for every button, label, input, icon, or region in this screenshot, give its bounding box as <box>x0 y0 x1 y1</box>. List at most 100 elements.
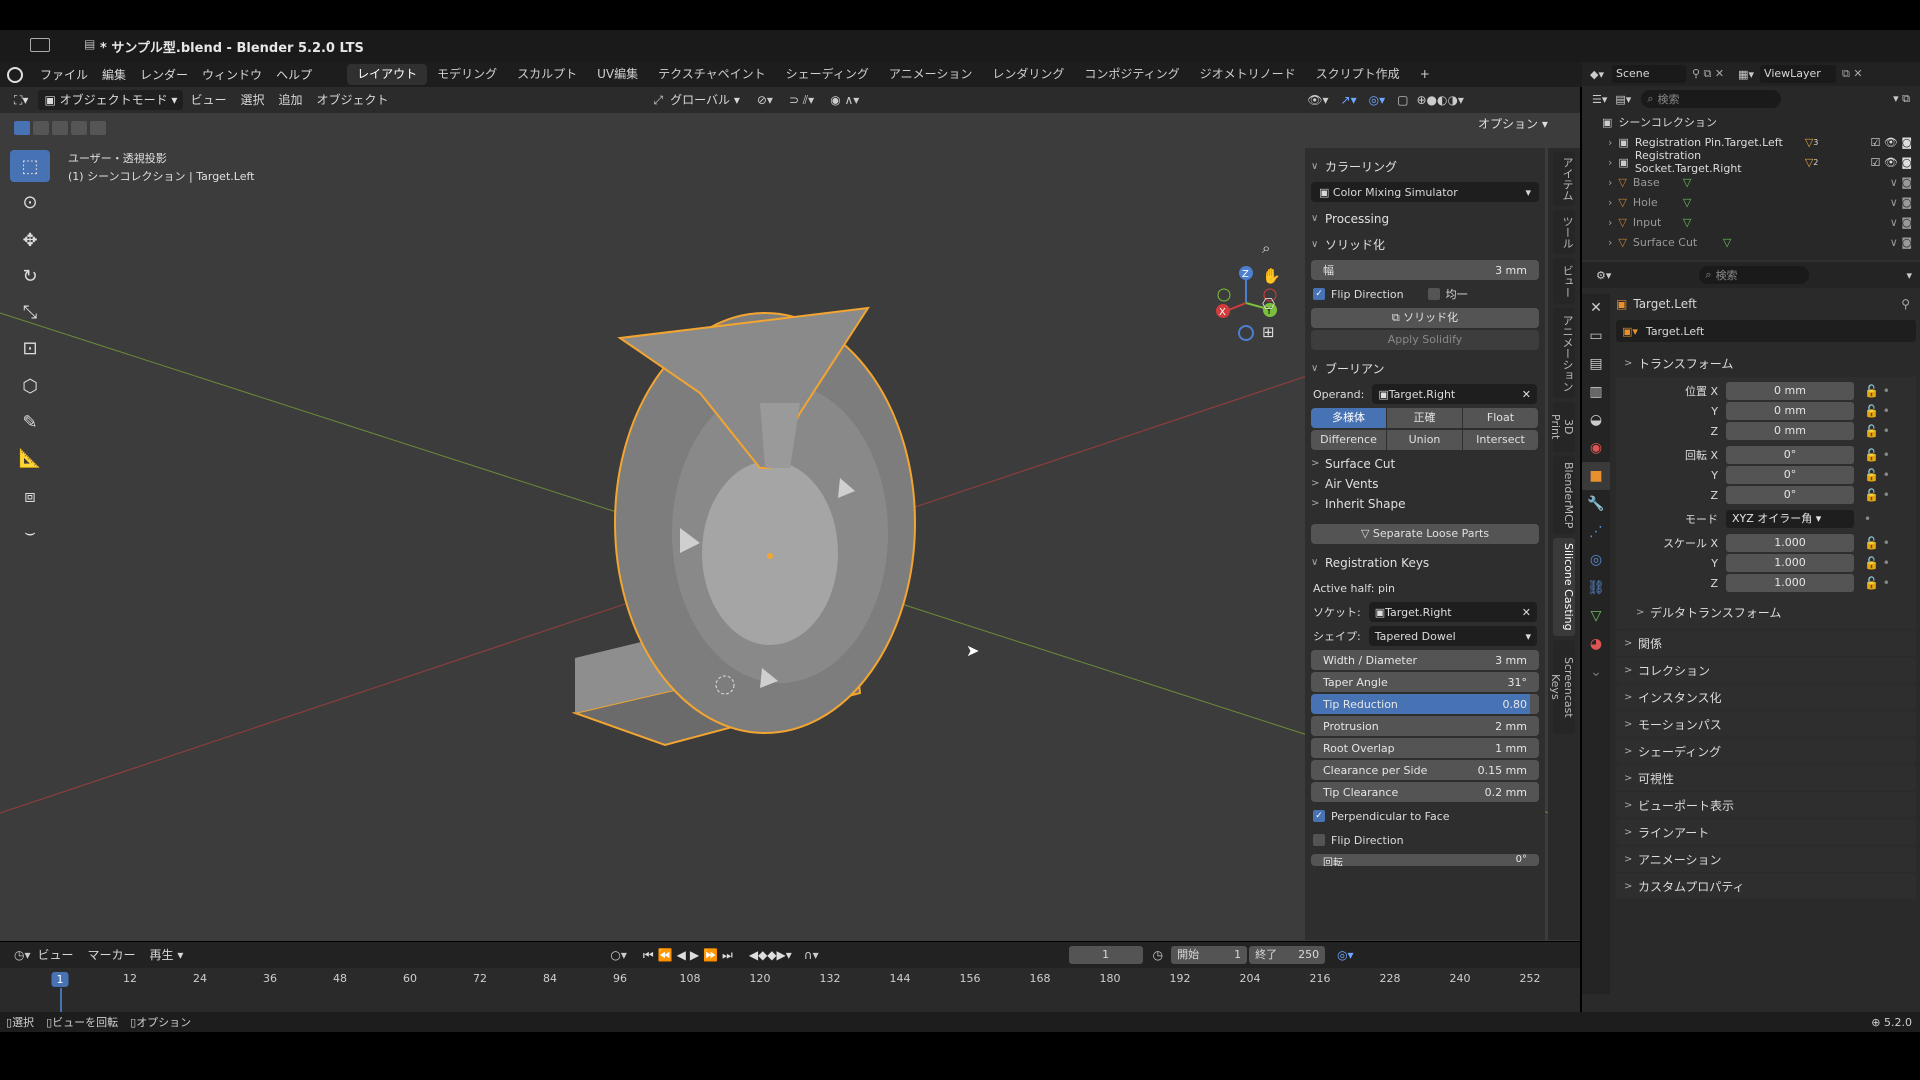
solidify-width-field[interactable]: 幅 3 mm <box>1311 260 1539 280</box>
playhead-frame[interactable]: 1 <box>51 972 69 987</box>
end-frame-field[interactable]: 終了 250 <box>1249 946 1326 964</box>
scene-select[interactable]: Scene <box>1611 65 1686 83</box>
pan-hand-icon[interactable]: ✋ <box>1262 267 1281 285</box>
transform-orientation-select[interactable]: グローバル ▾ <box>663 89 747 111</box>
pivot-icon[interactable]: ⊘▾ <box>757 93 773 107</box>
tool-tab-icon[interactable]: ✕ <box>1582 294 1610 322</box>
tab-view[interactable]: ビュー <box>1553 258 1575 304</box>
scale-tool-icon[interactable]: ⤡ <box>10 296 50 328</box>
rotation-field-partial[interactable]: 回転 0° <box>1311 854 1539 866</box>
blender-logo-icon[interactable] <box>7 66 23 83</box>
visibility-toggles-icon[interactable]: ∨ ◙ <box>1890 176 1912 189</box>
color-sim-select[interactable]: ▣ Color Mixing Simulator ▾ <box>1311 182 1539 202</box>
measure-tool-icon[interactable]: 📐 <box>10 442 50 474</box>
section-animation[interactable]: アニメーション <box>1616 846 1916 872</box>
outliner-item-reg-socket[interactable]: › ▣ Registration Socket.Target.Right ▽ 2 ☑… <box>1582 149 1920 175</box>
shading-modes-icon[interactable]: ⊕●◐◑▾ <box>1416 93 1464 107</box>
editor-type-icon[interactable]: ⛶▾ <box>14 93 28 108</box>
rotation-x-field[interactable]: 0° <box>1726 446 1854 464</box>
properties-type-icon[interactable]: ⚙▾ <box>1596 269 1611 282</box>
physics-tab-icon[interactable]: ◎ <box>1582 546 1610 574</box>
properties-options-icon[interactable]: ▾ <box>1906 269 1912 282</box>
lock-icon[interactable]: 🔓 • <box>1864 488 1890 502</box>
section-processing[interactable]: Processing <box>1305 206 1545 232</box>
annotate-pen-icon[interactable]: ✎ <box>10 406 50 438</box>
tab-sculpt[interactable]: スカルプト <box>507 64 587 85</box>
separate-loose-button[interactable]: ▽ Separate Loose Parts <box>1311 524 1539 544</box>
menu-help[interactable]: ヘルプ <box>269 64 319 86</box>
ortho-grid-icon[interactable]: ⊞ <box>1262 323 1281 341</box>
keyframe-dot-icon[interactable]: • <box>1864 512 1871 526</box>
outliner-item-hole[interactable]: › ▽ Hole ▽ ∨ ◙ <box>1582 192 1920 212</box>
keyframe-nav-icon[interactable]: ◀◆◆▶▾ <box>749 948 792 962</box>
render-tab-icon[interactable]: ▭ <box>1582 322 1610 350</box>
transform-tool-icon[interactable]: ⊡ <box>10 332 50 364</box>
perpendicular-checkbox[interactable]: ✓ <box>1313 810 1325 822</box>
section-line-art[interactable]: ラインアート <box>1616 819 1916 845</box>
annotate-cube-icon[interactable]: ⬡ <box>10 370 50 402</box>
sidebar-toggle-icon[interactable] <box>30 38 50 52</box>
op-intersect-button[interactable]: Intersect <box>1463 430 1538 450</box>
section-custom-properties[interactable]: カスタムプロパティ <box>1616 873 1916 899</box>
location-x-field[interactable]: 0 mm <box>1726 382 1854 400</box>
tab-blendermcp[interactable]: BlenderMCP <box>1553 456 1575 534</box>
section-registration-keys[interactable]: Registration Keys <box>1305 550 1545 576</box>
tl-menu-playback[interactable]: 再生 ▾ <box>143 944 191 966</box>
tab-uv[interactable]: UV編集 <box>587 64 648 85</box>
tab-animation[interactable]: アニメーション <box>879 64 983 85</box>
socket-field[interactable]: ▣ Target.Right ✕ <box>1368 602 1537 622</box>
menu-render[interactable]: レンダー <box>133 64 195 86</box>
section-air-vents[interactable]: Air Vents <box>1305 474 1545 494</box>
protrusion-field[interactable]: Protrusion 2 mm <box>1311 716 1539 736</box>
scene-collection-row[interactable]: ▣ シーンコレクション <box>1582 112 1920 132</box>
root-overlap-field[interactable]: Root Overlap 1 mm <box>1311 738 1539 758</box>
tab-screencast-keys[interactable]: Screencast Keys <box>1549 640 1575 734</box>
start-frame-field[interactable]: 開始 1 <box>1171 946 1248 964</box>
record-icon[interactable]: ○▾ <box>610 948 627 962</box>
object-name-field[interactable]: ▣▾ Target.Left <box>1616 320 1916 342</box>
section-solidify[interactable]: ソリッド化 <box>1305 232 1545 258</box>
vp-menu-select[interactable]: 選択 <box>233 89 271 111</box>
tab-item[interactable]: アイテム <box>1553 152 1575 206</box>
section-viewport-display[interactable]: ビューポート表示 <box>1616 792 1916 818</box>
flip-direction-checkbox[interactable]: ✓ <box>1313 288 1325 300</box>
flip-direction2-checkbox[interactable] <box>1313 834 1325 846</box>
camera-view-icon[interactable]: ⎔ <box>1262 295 1281 313</box>
outliner-type-icon[interactable]: ☰▾ <box>1592 93 1607 106</box>
output-tab-icon[interactable]: ▤ <box>1582 350 1610 378</box>
select-box-icon[interactable]: ⬚ <box>10 150 50 182</box>
cursor-tool-icon[interactable]: ⊙ <box>10 186 50 218</box>
tip-reduction-field[interactable]: Tip Reduction 0.80 <box>1311 694 1539 714</box>
select-invert-icon[interactable] <box>71 121 87 135</box>
menu-file[interactable]: ファイル <box>33 64 95 86</box>
tab-shading[interactable]: シェーディング <box>776 64 879 85</box>
op-union-button[interactable]: Union <box>1387 430 1462 450</box>
xray-icon[interactable]: ▢ <box>1397 93 1408 107</box>
auto-key-icon[interactable]: ∩▾ <box>804 948 819 962</box>
tl-menu-marker[interactable]: マーカー <box>81 944 143 966</box>
solidify-button[interactable]: ⧉ ソリッド化 <box>1311 308 1539 328</box>
current-frame-field[interactable]: 1 <box>1068 946 1143 964</box>
section-boolean[interactable]: ブーリアン <box>1305 356 1545 382</box>
pin-scene-icon[interactable]: ⚲ ⧉ ✕ <box>1692 67 1724 81</box>
tl-menu-view[interactable]: ビュー <box>31 944 81 966</box>
rotation-mode-select[interactable]: XYZ オイラー角 ▾ <box>1726 510 1854 528</box>
visibility-toggles-icon[interactable]: ☑ 👁 ◙ <box>1871 136 1913 149</box>
snap-icon[interactable]: ⊃ ⫽▾ <box>789 93 814 108</box>
lock-icon[interactable]: 🔓 • <box>1864 404 1890 418</box>
outliner-search[interactable]: ⌕ 検索 <box>1641 90 1782 108</box>
lock-icon[interactable]: 🔓 • <box>1864 424 1890 438</box>
visibility-toggles-icon[interactable]: ∨ ◙ <box>1890 236 1912 249</box>
viewlayer-select[interactable]: ViewLayer <box>1760 65 1837 83</box>
pin-icon[interactable]: ⚲ <box>1901 297 1910 311</box>
width-diameter-field[interactable]: Width / Diameter 3 mm <box>1311 650 1539 670</box>
select-mode-buttons[interactable] <box>14 121 106 135</box>
tab-layout[interactable]: レイアウト <box>347 64 428 85</box>
section-shading[interactable]: シェーディング <box>1616 738 1916 764</box>
section-instancing[interactable]: インスタンス化 <box>1616 684 1916 710</box>
timeline-options-icon[interactable]: ◎▾ <box>1337 948 1354 962</box>
texture-tab-icon[interactable]: ⌄ <box>1582 658 1610 686</box>
gizmo-toggle-icon[interactable]: ↗▾ <box>1341 93 1357 107</box>
solver-manifold-button[interactable]: 多様体 <box>1311 408 1386 428</box>
curve-tool-icon[interactable]: ⌣ <box>10 516 50 548</box>
